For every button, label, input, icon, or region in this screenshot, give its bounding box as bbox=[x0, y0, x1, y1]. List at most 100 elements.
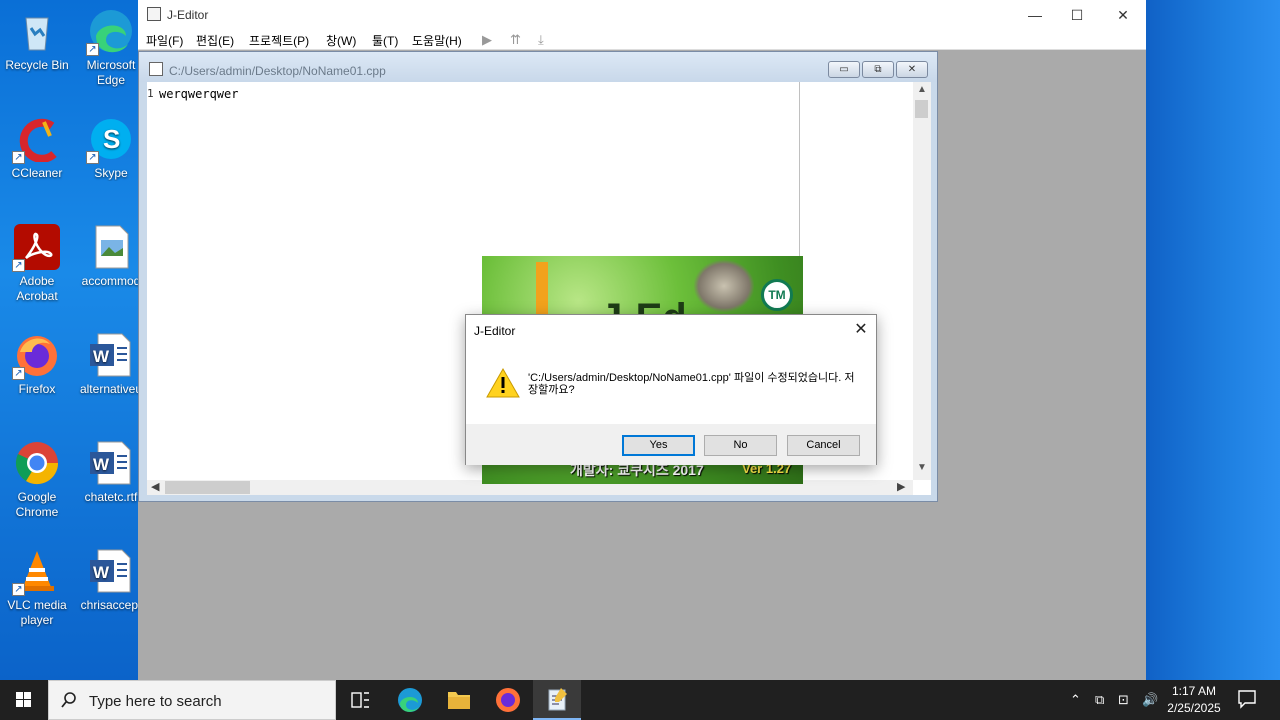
desktop-icon-ccleaner[interactable]: ↗ CCleaner bbox=[0, 116, 74, 181]
close-button[interactable]: ✕ bbox=[1100, 0, 1146, 30]
start-button[interactable] bbox=[0, 680, 48, 720]
desktop-icon-label: alternativeu bbox=[79, 382, 143, 396]
minimize-button[interactable]: — bbox=[1012, 0, 1058, 30]
dialog-close-icon[interactable]: ✕ bbox=[848, 319, 874, 341]
folder-icon bbox=[448, 692, 470, 709]
window-title: J-Editor bbox=[167, 8, 209, 22]
menu-window[interactable]: 창(W) bbox=[326, 32, 356, 49]
taskbar-firefox[interactable] bbox=[484, 680, 532, 720]
desktop-icon-label: chrisaccep. bbox=[80, 598, 142, 612]
scroll-up-icon[interactable]: ▲ bbox=[917, 84, 927, 95]
menu-file[interactable]: 파일(F) bbox=[146, 32, 183, 49]
taskbar-edge[interactable] bbox=[386, 680, 434, 720]
scroll-down-icon[interactable]: ▼ bbox=[917, 462, 927, 473]
firefox-icon: ↗ bbox=[12, 332, 60, 380]
desktop-icon-vlc[interactable]: ↗ VLC media player bbox=[0, 548, 74, 628]
doc-minimize-button[interactable]: ▭ bbox=[828, 61, 860, 78]
shortcut-arrow-icon: ↗ bbox=[12, 367, 25, 380]
desktop-icon-google-chrome[interactable]: Google Chrome bbox=[0, 440, 74, 520]
scroll-left-icon[interactable]: ◀ bbox=[151, 480, 159, 493]
yes-button[interactable]: Yes bbox=[622, 435, 695, 456]
desktop-icon-chrisaccep[interactable]: W chrisaccep. bbox=[74, 548, 148, 613]
dialog-title: J-Editor bbox=[474, 324, 516, 338]
menu-edit[interactable]: 편집(E) bbox=[196, 32, 234, 49]
svg-text:S: S bbox=[103, 124, 120, 154]
clock-date: 2/25/2025 bbox=[1167, 701, 1221, 715]
desktop-icon-skype[interactable]: S ↗ Skype bbox=[74, 116, 148, 181]
taskbar-j-editor[interactable] bbox=[533, 680, 581, 720]
dialog-button-bar: Yes No Cancel bbox=[466, 424, 876, 465]
volume-icon[interactable]: 🔊 bbox=[1142, 692, 1158, 708]
document-path: C:/Users/admin/Desktop/NoName01.cpp bbox=[169, 64, 386, 78]
search-icon bbox=[61, 692, 76, 708]
taskbar-file-explorer[interactable] bbox=[435, 680, 483, 720]
document-title-bar[interactable]: C:/Users/admin/Desktop/NoName01.cpp ▭ ⧉ … bbox=[139, 52, 937, 82]
notification-icon[interactable] bbox=[1236, 688, 1258, 710]
svg-text:W: W bbox=[93, 563, 110, 582]
desktop-icon-label: VLC media bbox=[7, 598, 67, 612]
chrome-icon bbox=[14, 440, 60, 486]
desktop-icon-label: Firefox bbox=[18, 382, 56, 396]
word-document-icon: W bbox=[88, 440, 134, 486]
menu-tools[interactable]: 툴(T) bbox=[372, 32, 398, 49]
ccleaner-icon: ↗ bbox=[12, 116, 60, 164]
splash-cat-image bbox=[694, 260, 754, 312]
doc-close-button[interactable]: ✕ bbox=[896, 61, 928, 78]
cancel-button[interactable]: Cancel bbox=[787, 435, 860, 456]
word-document-icon: W bbox=[88, 332, 134, 378]
edge-icon bbox=[398, 688, 422, 712]
trademark-badge: TM bbox=[761, 279, 793, 311]
desktop-icon-label-line2: Acrobat bbox=[16, 289, 58, 303]
warning-icon bbox=[486, 367, 520, 398]
shortcut-arrow-icon: ↗ bbox=[86, 43, 99, 56]
no-button[interactable]: No bbox=[704, 435, 777, 456]
desktop-icon-label: chatetc.rtf bbox=[84, 490, 138, 504]
meet-now-icon[interactable]: ⧉ bbox=[1095, 692, 1104, 708]
document-icon bbox=[149, 62, 163, 76]
download-icon[interactable]: ⤓ bbox=[538, 32, 544, 48]
menu-project[interactable]: 프로젝트(P) bbox=[249, 32, 309, 49]
desktop-icon-recycle-bin[interactable]: Recycle Bin bbox=[0, 8, 74, 73]
save-confirm-dialog: J-Editor ✕ 'C:/Users/admin/Desktop/NoNam… bbox=[465, 314, 877, 465]
windows-logo-icon bbox=[16, 692, 31, 707]
desktop-icon-label: Adobe bbox=[19, 274, 55, 288]
run-icon[interactable]: ▶ bbox=[482, 32, 492, 48]
vertical-scrollbar[interactable]: ▲ ▼ bbox=[913, 82, 931, 480]
taskbar-search-box[interactable]: Type here to search bbox=[48, 680, 336, 720]
menu-help[interactable]: 도움말(H) bbox=[412, 32, 462, 49]
desktop-icon-chatetc[interactable]: W chatetc.rtf bbox=[74, 440, 148, 505]
image-file-icon bbox=[88, 224, 134, 270]
vertical-scroll-thumb[interactable] bbox=[915, 100, 928, 118]
scroll-right-icon[interactable]: ▶ bbox=[897, 480, 905, 493]
desktop-icon-alternativeu[interactable]: W alternativeu bbox=[74, 332, 148, 397]
build-icon[interactable]: ⇈ bbox=[510, 32, 521, 48]
desktop-icon-label: Google bbox=[17, 490, 57, 504]
title-bar[interactable]: J-Editor — ☐ ✕ bbox=[138, 0, 1146, 30]
doc-restore-button[interactable]: ⧉ bbox=[862, 61, 894, 78]
desktop-icon-accommod[interactable]: accommod bbox=[74, 224, 148, 289]
svg-text:W: W bbox=[93, 455, 110, 474]
search-placeholder: Type here to search bbox=[89, 693, 222, 710]
desktop-icon-label: Skype bbox=[94, 166, 128, 180]
shortcut-arrow-icon: ↗ bbox=[12, 259, 25, 272]
desktop-icon-label: Recycle Bin bbox=[5, 58, 69, 72]
recycle-bin-icon bbox=[14, 8, 60, 54]
edge-icon: ↗ bbox=[86, 8, 134, 56]
firefox-icon bbox=[496, 688, 520, 712]
horizontal-scroll-thumb[interactable] bbox=[165, 481, 250, 494]
line-number: 1 bbox=[147, 87, 154, 100]
desktop-icon-edge[interactable]: ↗ Microsoft Edge bbox=[74, 8, 148, 88]
task-view-button[interactable] bbox=[336, 680, 384, 720]
shortcut-arrow-icon: ↗ bbox=[12, 583, 25, 596]
desktop-icon-firefox[interactable]: ↗ Firefox bbox=[0, 332, 74, 397]
network-icon[interactable]: ⊡ bbox=[1118, 692, 1129, 708]
desktop-icon-adobe-acrobat[interactable]: ↗ Adobe Acrobat bbox=[0, 224, 74, 304]
system-clock[interactable]: 1:17 AM 2/25/2025 bbox=[1158, 683, 1230, 717]
clock-time: 1:17 AM bbox=[1171, 684, 1217, 698]
app-icon bbox=[147, 7, 161, 21]
editor-text[interactable]: werqwerqwer bbox=[159, 87, 238, 101]
maximize-button[interactable]: ☐ bbox=[1054, 0, 1100, 30]
vlc-icon: ↗ bbox=[12, 548, 60, 596]
show-hidden-icons-icon[interactable]: ⌃ bbox=[1070, 692, 1081, 708]
shortcut-arrow-icon: ↗ bbox=[12, 151, 25, 164]
